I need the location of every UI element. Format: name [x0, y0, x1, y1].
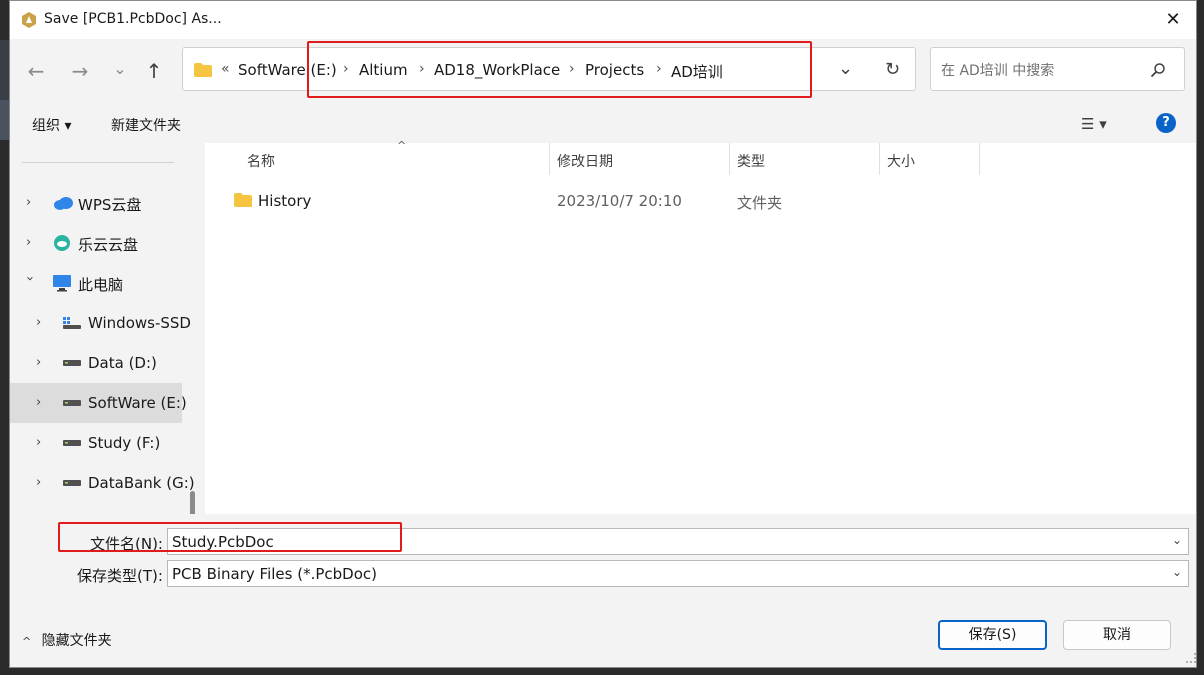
up-button[interactable]: ↑: [140, 57, 168, 85]
back-button[interactable]: ←: [22, 57, 50, 85]
drive-icon: [63, 440, 81, 446]
save-button[interactable]: 保存(S): [938, 620, 1047, 650]
column-header-name[interactable]: 名称: [247, 151, 275, 171]
chevron-right-icon[interactable]: ›: [36, 355, 48, 370]
sidebar-item-study-f[interactable]: › Study (F:): [10, 423, 182, 463]
sidebar-item-label: Windows-SSD: [88, 314, 191, 332]
sidebar-item-this-pc[interactable]: › 此电脑: [10, 263, 182, 303]
annotation-highlight-box: [58, 522, 402, 552]
chevron-down-icon[interactable]: ⌄: [1172, 533, 1182, 547]
search-input[interactable]: [939, 59, 1143, 83]
sidebar-item-label: 乐云云盘: [78, 236, 139, 254]
column-divider[interactable]: [549, 143, 550, 175]
file-modified: 2023/10/7 20:10: [557, 192, 682, 210]
chevron-right-icon[interactable]: ›: [36, 315, 48, 330]
window-title: Save [PCB1.PcbDoc] As...: [44, 11, 222, 27]
sidebar-item-label: 此电脑: [78, 276, 124, 294]
sidebar-item-wps-cloud[interactable]: › WPS云盘: [10, 183, 182, 223]
nav-scrollbar[interactable]: [190, 491, 195, 514]
filetype-value: PCB Binary Files (*.PcbDoc): [172, 565, 377, 583]
close-button[interactable]: ✕: [1158, 5, 1188, 35]
sidebar-item-label: Study (F:): [88, 434, 161, 452]
filetype-label: 保存类型(T):: [77, 567, 163, 585]
chevron-down-icon[interactable]: ⌄: [1172, 565, 1182, 579]
cloud-drive-icon: [54, 235, 70, 251]
address-history-dropdown-icon[interactable]: ⌄: [838, 58, 853, 79]
background-window-strip: [0, 100, 9, 140]
table-row[interactable]: History 2023/10/7 20:10 文件夹: [225, 187, 985, 215]
organize-menu[interactable]: 组织 ▾: [32, 115, 71, 135]
view-options-button[interactable]: ☰ ▾: [1081, 115, 1107, 133]
sidebar-item-leyun-cloud[interactable]: › 乐云云盘: [10, 223, 182, 263]
drive-icon: [63, 480, 81, 486]
file-name: History: [258, 192, 312, 210]
cancel-button[interactable]: 取消: [1063, 620, 1171, 650]
annotation-highlight-box: [307, 41, 812, 98]
drive-icon: [63, 360, 81, 366]
sidebar-item-label: DataBank (G:): [88, 474, 195, 492]
sidebar-item-data-d[interactable]: › Data (D:): [10, 343, 182, 383]
column-divider[interactable]: [729, 143, 730, 175]
file-list: ^ 名称 修改日期 类型 大小 History 2023/10/7 20:10 …: [205, 139, 1196, 514]
sort-ascending-icon: ^: [397, 139, 407, 152]
file-type: 文件夹: [737, 194, 783, 212]
sidebar-item-databank-g[interactable]: › DataBank (G:): [10, 463, 195, 503]
search-icon[interactable]: [1150, 62, 1166, 78]
sidebar-item-software-e[interactable]: › SoftWare (E:): [10, 383, 187, 423]
sidebar-item-label: SoftWare (E:): [88, 394, 187, 412]
recent-locations-button[interactable]: ⌄: [106, 55, 134, 83]
chevron-down-icon[interactable]: ›: [22, 276, 37, 288]
column-header-size[interactable]: 大小: [887, 151, 915, 171]
chevron-right-icon[interactable]: ›: [36, 475, 48, 490]
chevron-right-icon[interactable]: ›: [36, 435, 48, 450]
new-folder-button[interactable]: 新建文件夹: [111, 115, 181, 135]
save-as-dialog: Save [PCB1.PcbDoc] As... ✕ ← → ⌄ ↑ « Sof…: [9, 0, 1197, 668]
column-header-type[interactable]: 类型: [737, 151, 765, 171]
refresh-icon[interactable]: ↻: [885, 59, 900, 80]
sidebar-item-label: Data (D:): [88, 354, 157, 372]
forward-button[interactable]: →: [66, 57, 94, 85]
folder-icon: [234, 193, 252, 207]
chevron-right-icon[interactable]: ›: [36, 395, 48, 410]
sidebar-item-windows-ssd[interactable]: › Windows-SSD: [10, 303, 191, 343]
nav-divider: [22, 162, 174, 163]
hide-folders-label: 隐藏文件夹: [41, 633, 112, 649]
cloud-icon: [54, 197, 73, 210]
help-icon[interactable]: ?: [1156, 113, 1176, 133]
chevron-right-icon[interactable]: ›: [26, 235, 38, 250]
column-header-date[interactable]: 修改日期: [557, 151, 613, 171]
search-box[interactable]: [930, 47, 1185, 91]
breadcrumb-overflow-icon[interactable]: «: [221, 61, 230, 77]
chevron-up-icon: ^: [22, 635, 32, 648]
chevron-right-icon[interactable]: ›: [26, 195, 38, 210]
sidebar-item-label: WPS云盘: [78, 196, 142, 214]
computer-icon: [53, 275, 71, 292]
filetype-select[interactable]: PCB Binary Files (*.PcbDoc) ⌄: [167, 560, 1189, 587]
altium-app-icon: [22, 12, 36, 28]
navigation-pane: › WPS云盘 › 乐云云盘 › 此电脑 › Windows-SSD › Dat…: [10, 143, 195, 514]
drive-icon: [63, 400, 81, 406]
system-drive-icon: [63, 317, 81, 329]
column-divider[interactable]: [979, 143, 980, 175]
folder-icon: [194, 63, 212, 77]
column-divider[interactable]: [879, 143, 880, 175]
background-window-strip: [0, 40, 9, 100]
resize-grip[interactable]: [1186, 653, 1196, 663]
title-bar: Save [PCB1.PcbDoc] As... ✕: [10, 1, 1196, 39]
hide-folders-toggle[interactable]: ^ 隐藏文件夹: [22, 630, 112, 654]
